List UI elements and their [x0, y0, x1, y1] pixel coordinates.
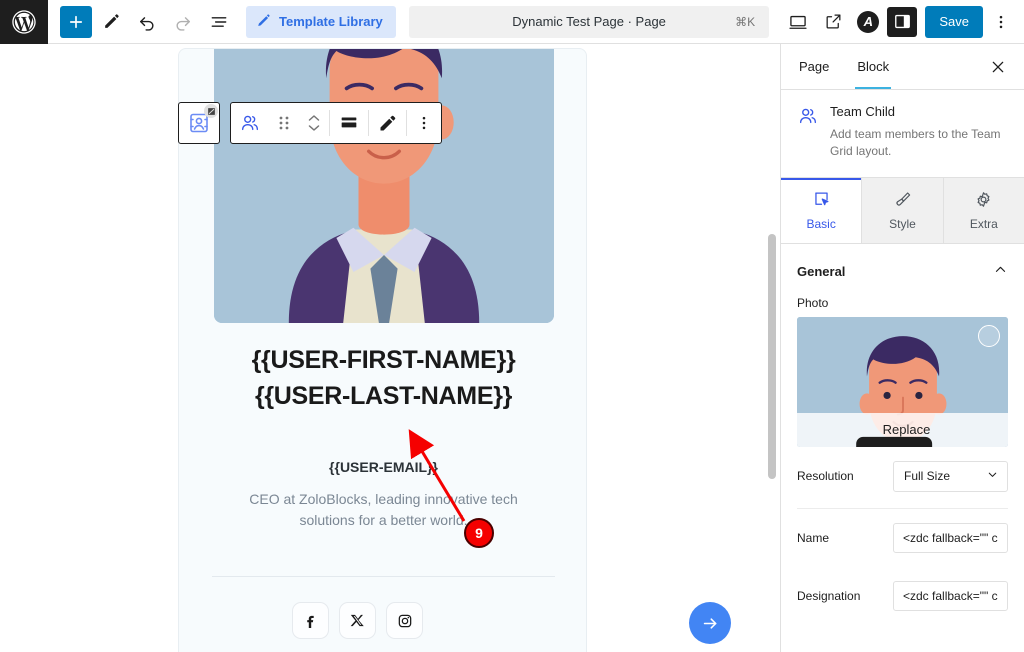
brand-logo-button[interactable]: A — [852, 6, 884, 38]
editor-canvas: {{USER-FIRST-NAME}}{{USER-LAST-NAME}} {{… — [0, 44, 780, 652]
tab-style[interactable]: Style — [862, 177, 944, 243]
command-center-button[interactable]: Dynamic Test Page · Page ⌘K — [409, 5, 770, 38]
command-shortcut: ⌘K — [735, 14, 756, 29]
top-bar-right-tools: A Save — [782, 5, 1024, 39]
general-section-title: General — [797, 264, 846, 280]
instagram-icon[interactable] — [386, 602, 423, 639]
template-library-icon — [256, 12, 272, 31]
canvas-scrollbar[interactable] — [768, 234, 776, 479]
brush-icon — [893, 190, 912, 212]
annotation-step-badge: 9 — [464, 518, 494, 548]
top-bar-left-tools: Template Library — [48, 5, 396, 39]
chevron-up-icon[interactable] — [993, 262, 1008, 282]
gear-icon — [974, 190, 993, 212]
photo-preview[interactable]: Replace — [797, 316, 1008, 447]
team-block-icon — [797, 104, 819, 161]
designation-row: Designation <zdc fallback="" c — [781, 567, 1024, 625]
redo-button[interactable] — [166, 5, 200, 39]
parent-block-badge — [204, 104, 218, 118]
chevron-down-icon — [986, 468, 999, 484]
add-block-button[interactable] — [60, 5, 92, 38]
social-links — [292, 602, 423, 639]
team-block-icon[interactable] — [231, 103, 269, 143]
tab-basic[interactable]: Basic — [781, 177, 863, 243]
team-member-name: {{USER-FIRST-NAME}}{{USER-LAST-NAME}} — [251, 346, 516, 410]
save-button[interactable]: Save — [925, 5, 983, 38]
block-info: Team Child Add team members to the Team … — [781, 90, 1024, 178]
sidebar-panel-body: General Photo Replace Resolution Full Si… — [781, 244, 1024, 652]
card-divider — [212, 576, 555, 577]
select-parent-block-button[interactable] — [178, 102, 220, 144]
team-member-photo[interactable] — [214, 49, 554, 323]
desktop-icon[interactable] — [782, 6, 814, 38]
team-member-bio: CEO at ZoloBlocks, leading innovative te… — [249, 491, 518, 529]
general-section-header[interactable]: General — [781, 244, 1024, 292]
designation-label: Designation — [797, 588, 861, 603]
resolution-row: Resolution Full Size — [781, 447, 1024, 506]
brand-logo-letter: A — [857, 10, 880, 33]
tab-extra[interactable]: Extra — [943, 177, 1024, 243]
list-view-button[interactable] — [202, 5, 236, 39]
edit-tools-button[interactable] — [94, 5, 128, 39]
resolution-label: Resolution — [797, 469, 854, 484]
settings-sidebar: Page Block Team Child Add team members t… — [780, 44, 1024, 652]
photo-label: Photo — [797, 295, 829, 310]
external-link-icon[interactable] — [817, 6, 849, 38]
drag-handle-icon[interactable] — [269, 103, 299, 143]
block-description: Add team members to the Team Grid layout… — [830, 127, 1001, 159]
tab-extra-label: Extra — [969, 216, 998, 231]
close-icon[interactable] — [980, 49, 1016, 85]
designation-input[interactable]: <zdc fallback="" c — [893, 580, 1008, 611]
block-toolbar — [230, 102, 442, 144]
settings-sidebar-toggle[interactable] — [887, 6, 918, 37]
name-input[interactable]: <zdc fallback="" c — [893, 522, 1008, 553]
block-title: Team Child — [830, 104, 896, 119]
tab-page[interactable]: Page — [785, 44, 843, 89]
pencil-icon[interactable] — [369, 103, 406, 143]
card-cta-arrow-button[interactable] — [689, 602, 731, 644]
sidebar-tabs: Page Block — [781, 44, 1024, 90]
editor-top-bar: Template Library Dynamic Test Page · Pag… — [0, 0, 1024, 44]
name-label: Name — [797, 530, 830, 545]
x-twitter-icon[interactable] — [339, 602, 376, 639]
move-up-down-button[interactable] — [299, 103, 329, 143]
undo-button[interactable] — [130, 5, 164, 39]
name-row: Name <zdc fallback="" c — [781, 509, 1024, 567]
remove-photo-button[interactable] — [978, 324, 1000, 347]
document-title: Dynamic Test Page · Page — [512, 14, 666, 29]
sidebar-mode-tabs: Basic Style Extra — [781, 177, 1024, 244]
facebook-icon[interactable] — [292, 602, 329, 639]
template-library-label: Template Library — [279, 14, 383, 29]
replace-photo-button[interactable]: Replace — [797, 412, 1008, 447]
resolution-select[interactable]: Full Size — [893, 460, 1008, 492]
team-member-email: {{USER-EMAIL}} — [329, 459, 438, 475]
tab-block[interactable]: Block — [843, 44, 903, 89]
resolution-value: Full Size — [904, 469, 951, 484]
template-library-button[interactable]: Template Library — [246, 5, 396, 38]
document-bar: Dynamic Test Page · Page ⌘K — [408, 5, 771, 38]
cursor-box-icon — [812, 190, 831, 212]
align-icon[interactable] — [330, 103, 368, 143]
block-options-button[interactable] — [407, 103, 441, 143]
tab-style-label: Style — [889, 216, 916, 231]
wordpress-logo[interactable] — [0, 0, 48, 44]
tab-basic-label: Basic — [806, 216, 836, 231]
options-menu-button[interactable] — [986, 5, 1016, 39]
